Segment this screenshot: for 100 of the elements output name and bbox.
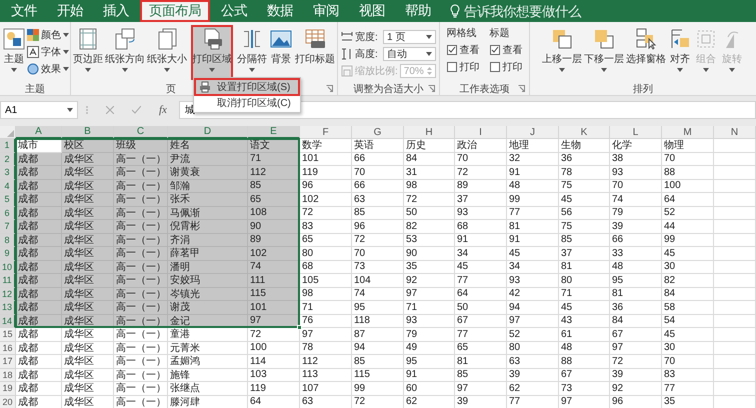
column-header[interactable]: C: [114, 126, 168, 139]
table-cell: 64: [457, 288, 468, 300]
table-cell: 数学: [302, 139, 322, 152]
column-header[interactable]: M: [662, 126, 714, 139]
empty-cell[interactable]: [714, 260, 756, 274]
empty-cell[interactable]: [714, 368, 756, 382]
empty-cell[interactable]: [714, 180, 756, 193]
row-header[interactable]: 3: [0, 166, 16, 180]
option-heading: 网格线: [446, 26, 478, 40]
table-cell: 93: [406, 315, 418, 326]
ribbon-tab[interactable]: 公式: [212, 0, 256, 22]
empty-cell[interactable]: [714, 166, 756, 180]
caret-icon: [209, 68, 215, 72]
column-header[interactable]: N: [714, 126, 756, 139]
column-header[interactable]: D: [168, 126, 248, 139]
empty-cell[interactable]: [714, 301, 756, 314]
row-header[interactable]: 5: [0, 193, 16, 206]
ribbon-tab[interactable]: 插入: [94, 0, 138, 22]
theme-option-button[interactable]: 颜色: [27, 27, 69, 42]
ribbon-tab[interactable]: 帮助: [396, 0, 440, 22]
empty-cell[interactable]: [714, 288, 756, 301]
table-cell: 成华区: [64, 180, 94, 192]
table-cell: 班级: [116, 139, 136, 152]
empty-cell[interactable]: [714, 206, 756, 220]
empty-cell[interactable]: [714, 355, 756, 368]
ribbon-button[interactable]: 页边距: [72, 25, 104, 80]
ribbon-button[interactable]: 纸张大小: [146, 25, 188, 80]
table-cell: 姓名: [170, 139, 190, 152]
table-cell: 成都: [18, 288, 38, 300]
column-header[interactable]: B: [62, 126, 114, 139]
row-header[interactable]: 18: [0, 368, 16, 382]
ribbon-button[interactable]: 打印标题: [294, 25, 336, 80]
column-header[interactable]: F: [300, 126, 352, 139]
bring-forward-icon: [550, 27, 574, 51]
themes-button[interactable]: 主题: [1, 25, 27, 80]
table-cell: 84: [406, 153, 418, 164]
checkbox[interactable]: [446, 45, 456, 55]
column-header[interactable]: A: [16, 126, 62, 139]
table-cell: 薛茗甲: [170, 247, 200, 260]
row-header[interactable]: 16: [0, 342, 16, 355]
row-header[interactable]: 7: [0, 220, 16, 234]
checkbox[interactable]: [490, 45, 500, 55]
column-header[interactable]: L: [610, 126, 662, 139]
row-header[interactable]: 11: [0, 274, 16, 288]
table-cell: 80: [561, 274, 572, 286]
empty-cell[interactable]: [714, 314, 756, 328]
row-header[interactable]: 1: [0, 139, 16, 152]
empty-cell[interactable]: [714, 247, 756, 260]
ribbon-button[interactable]: 对齐: [667, 25, 693, 80]
name-box[interactable]: A1: [0, 101, 78, 119]
table-cell: 89: [250, 234, 262, 246]
dropdown-field[interactable]: 1 页: [383, 30, 436, 44]
column-header[interactable]: H: [404, 126, 455, 139]
table-cell: 谢黄衰: [170, 166, 200, 179]
column-header[interactable]: J: [507, 126, 559, 139]
tell-me-field[interactable]: 告诉我你想要做什么: [464, 4, 604, 18]
ribbon-tab[interactable]: 数据: [258, 0, 302, 22]
empty-cell[interactable]: [714, 139, 756, 152]
empty-cell[interactable]: [714, 328, 756, 342]
ribbon-button[interactable]: 选择窗格: [625, 25, 667, 80]
theme-option-button[interactable]: 字体: [27, 44, 69, 59]
empty-cell[interactable]: [714, 234, 756, 247]
fill-handle[interactable]: [297, 325, 302, 330]
row-header[interactable]: 9: [0, 247, 16, 260]
ribbon-tab[interactable]: 开始: [48, 0, 92, 22]
empty-cell[interactable]: [714, 382, 756, 396]
row-header[interactable]: 19: [0, 382, 16, 396]
ribbon-button[interactable]: 上移一层: [541, 25, 583, 80]
row-header[interactable]: 15: [0, 328, 16, 342]
checkbox[interactable]: [446, 62, 456, 72]
table-cell: 成都: [18, 274, 38, 287]
table-cell: 115: [354, 369, 370, 380]
row-header[interactable]: 13: [0, 301, 16, 314]
ribbon-tab[interactable]: 审阅: [304, 0, 348, 22]
ribbon-button[interactable]: 下移一层: [583, 25, 625, 80]
ribbon-button[interactable]: 纸张方向: [104, 25, 146, 80]
insert-function-button[interactable]: fx: [159, 104, 167, 116]
column-header[interactable]: G: [352, 126, 404, 139]
row-header[interactable]: 20: [0, 396, 16, 408]
ribbon-button[interactable]: 分隔符: [236, 25, 268, 80]
column-header[interactable]: I: [455, 126, 507, 139]
theme-option-button[interactable]: 效果: [27, 61, 69, 76]
empty-cell[interactable]: [714, 220, 756, 234]
row-header[interactable]: 17: [0, 355, 16, 368]
column-header[interactable]: E: [248, 126, 300, 139]
table-cell: 地理: [509, 139, 529, 152]
table-cell: 政治: [457, 139, 477, 152]
empty-cell[interactable]: [714, 152, 756, 166]
checkbox[interactable]: [490, 62, 500, 72]
table-cell: 成华区: [64, 152, 94, 166]
ribbon-tab[interactable]: 文件: [2, 0, 46, 22]
empty-cell[interactable]: [714, 193, 756, 206]
column-header[interactable]: K: [559, 126, 610, 139]
ribbon-tab[interactable]: 页面布局: [140, 0, 210, 22]
empty-cell[interactable]: [714, 342, 756, 355]
table-cell: 50: [457, 302, 468, 313]
ribbon-tab[interactable]: 视图: [350, 0, 394, 22]
dropdown-field[interactable]: 自动: [383, 47, 436, 61]
empty-cell[interactable]: [714, 274, 756, 288]
menu-item[interactable]: 设置打印区域(S): [195, 79, 299, 95]
